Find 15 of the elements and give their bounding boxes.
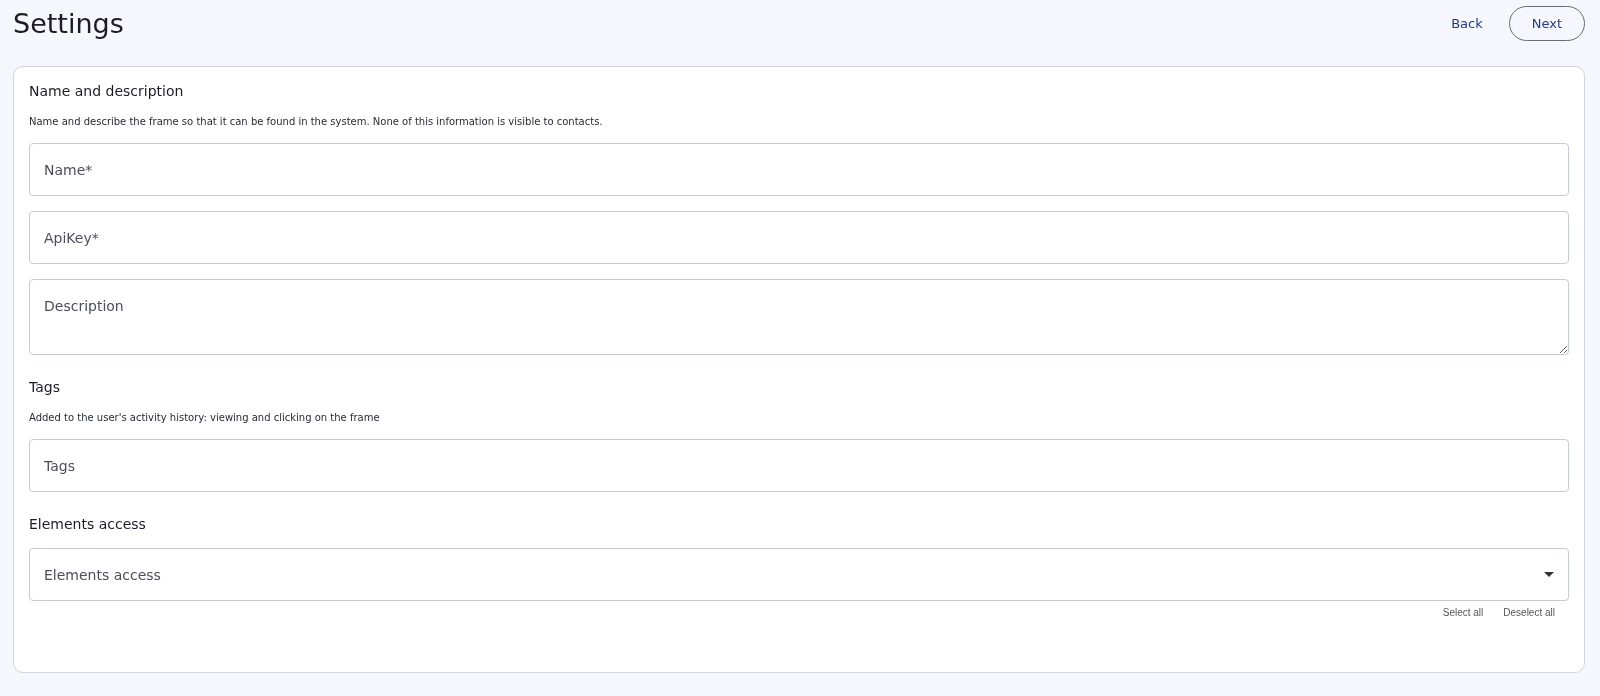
- section-description: Added to the user's activity history: viewing and clicking on the frame: [29, 411, 381, 425]
- caret-down-icon: [1544, 572, 1554, 577]
- section-heading: Tags: [29, 378, 61, 397]
- section-heading: Name and description: [29, 82, 185, 101]
- section-heading: Elements access: [29, 515, 147, 534]
- back-link[interactable]: Back: [1447, 12, 1487, 35]
- select-link[interactable]: Select all: [1442, 607, 1484, 618]
- section-description: Name and describe the frame so that it can be found in the system. None of this information is visible to contacts.: [29, 115, 604, 129]
- dropdown-field[interactable]: Elements access: [29, 548, 1569, 601]
- text-field[interactable]: Name*: [29, 143, 1569, 196]
- page-title: Settings: [13, 8, 124, 39]
- text-field[interactable]: ApiKey*: [29, 211, 1569, 264]
- select-link[interactable]: Deselect all: [1503, 607, 1555, 618]
- text-area[interactable]: Description: [29, 279, 1569, 355]
- text-field[interactable]: Tags: [29, 439, 1569, 492]
